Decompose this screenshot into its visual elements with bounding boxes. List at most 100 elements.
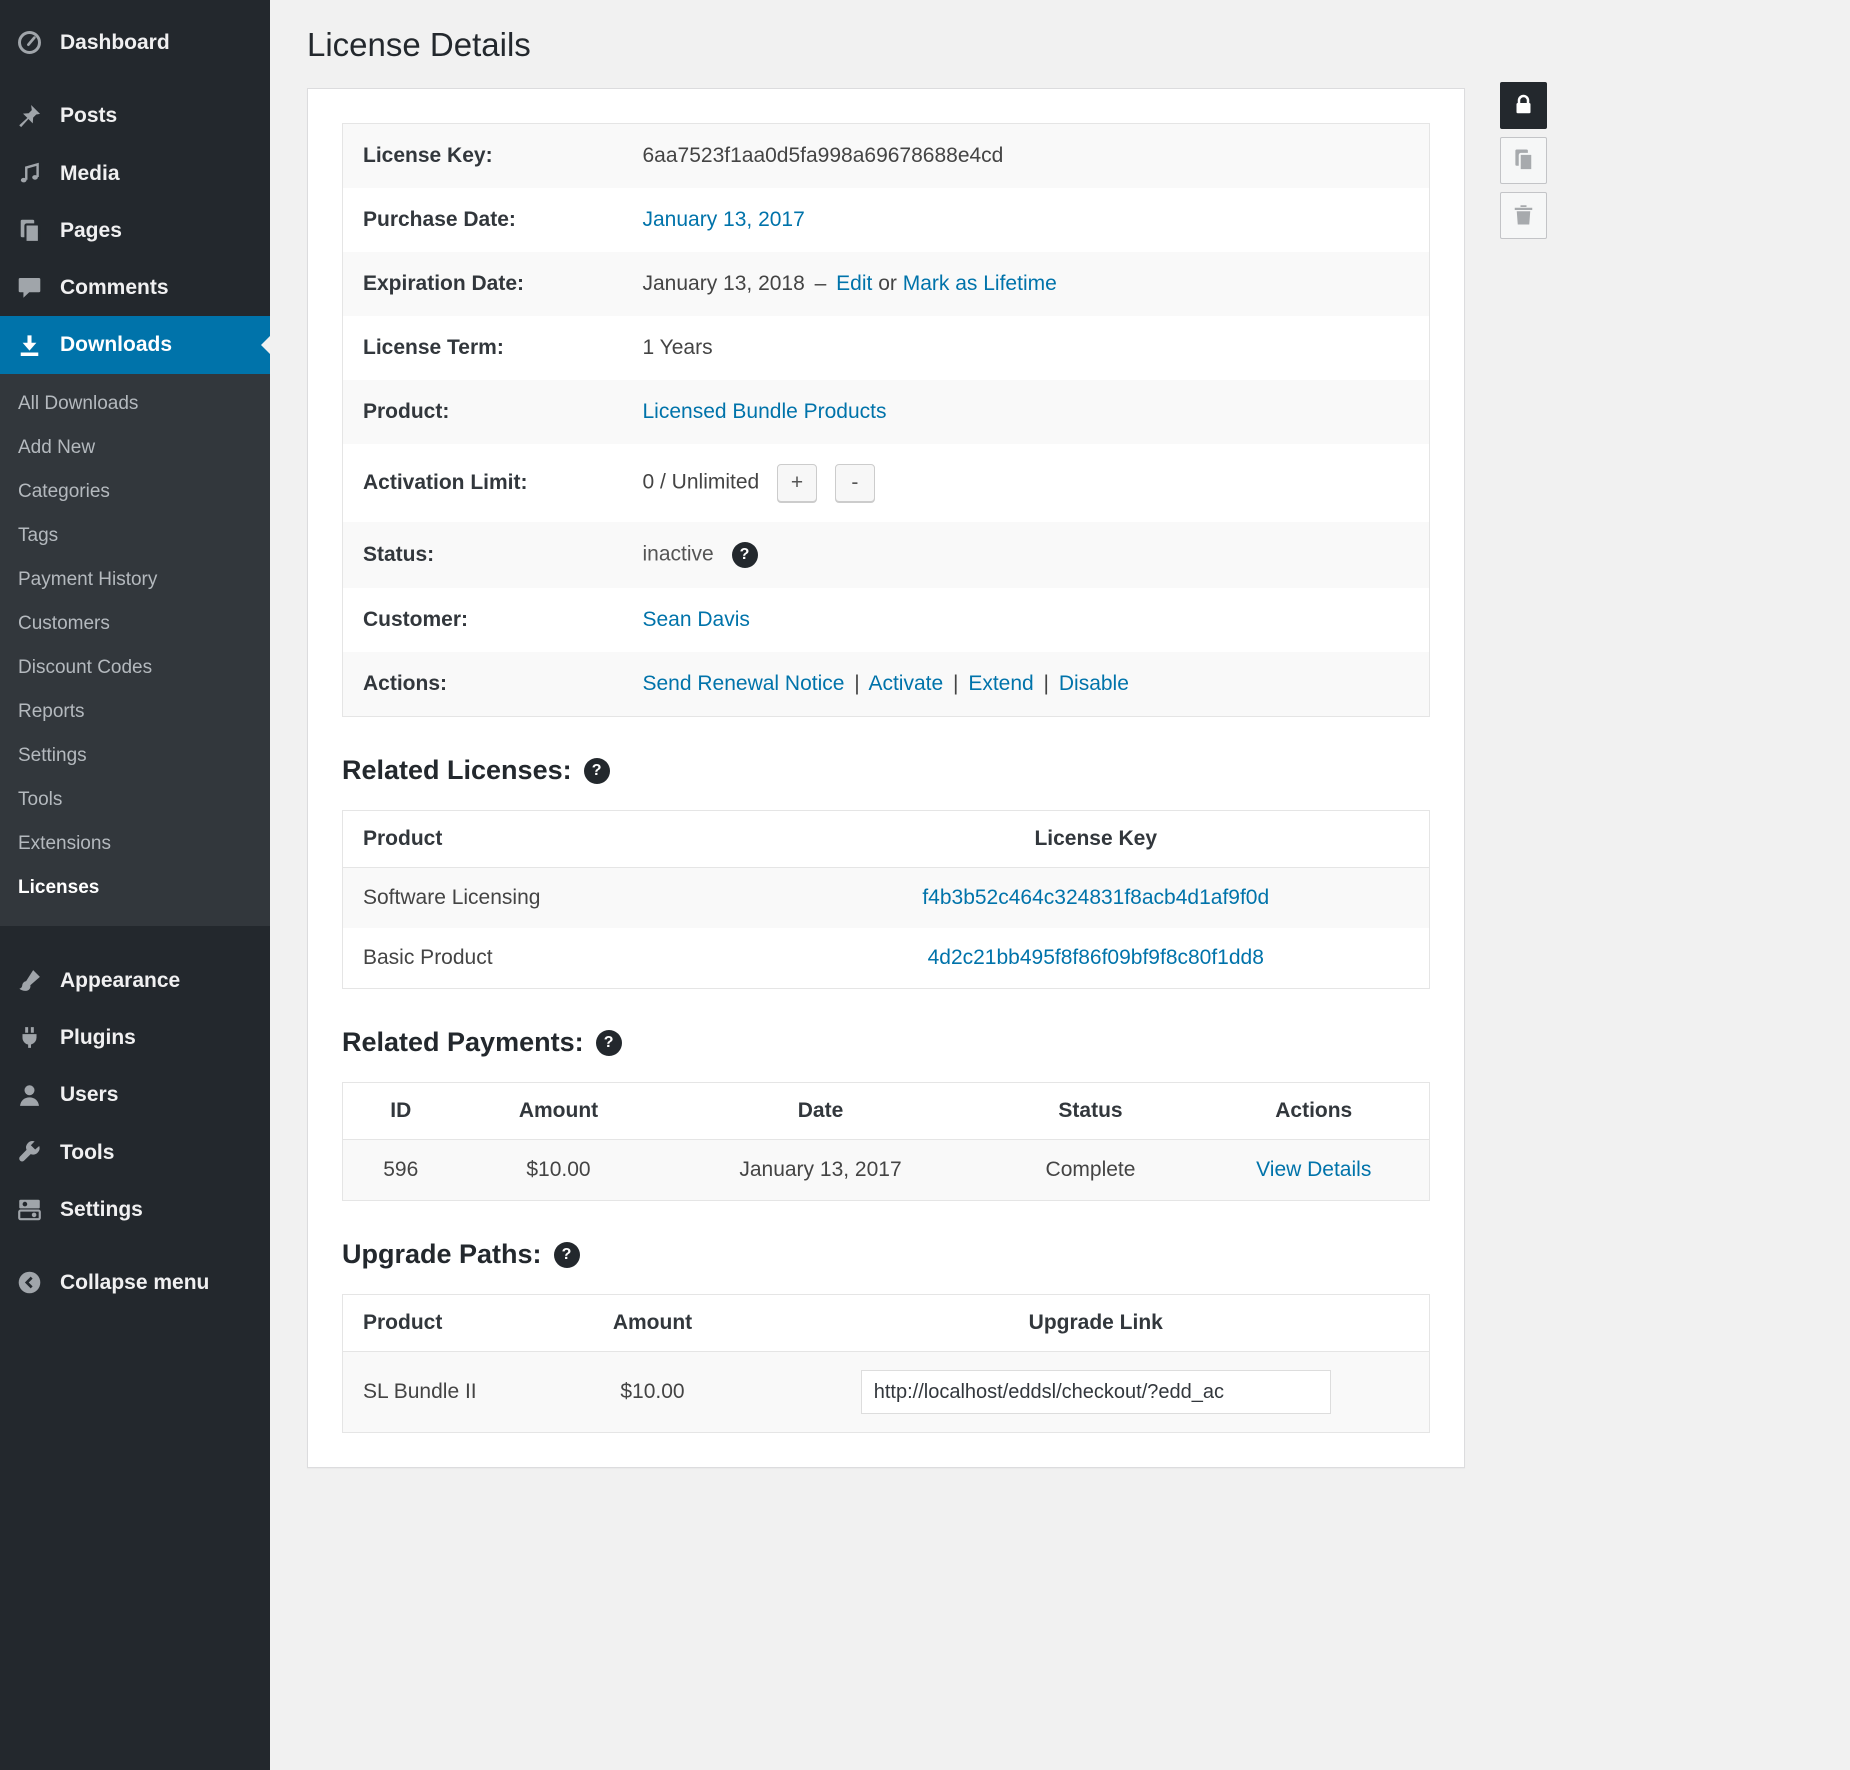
help-icon[interactable]	[596, 1030, 622, 1056]
related-licenses-table: Product License Key Software Licensing f…	[342, 810, 1430, 989]
upgrade-link-input[interactable]	[861, 1370, 1331, 1414]
disable-link[interactable]: Disable	[1059, 672, 1129, 695]
decrease-activation-limit-button[interactable]: -	[835, 464, 875, 502]
page-title: License Details	[307, 26, 1850, 64]
table-row: Status: inactive	[343, 522, 1430, 588]
table-row: Customer: Sean Davis	[343, 588, 1430, 652]
sidebar-item-label: Users	[60, 1081, 118, 1108]
customer-link[interactable]: Sean Davis	[643, 608, 750, 631]
sidebar-item-tools[interactable]: Tools	[0, 1124, 270, 1181]
edit-expiration-link[interactable]: Edit	[836, 272, 872, 295]
column-upgrade-link: Upgrade Link	[763, 1295, 1430, 1352]
purchase-date-link[interactable]: January 13, 2017	[643, 208, 805, 231]
submenu-item-reports[interactable]: Reports	[0, 690, 270, 734]
activate-link[interactable]: Activate	[868, 672, 943, 695]
submenu-item-categories[interactable]: Categories	[0, 470, 270, 514]
submenu-item-settings[interactable]: Settings	[0, 734, 270, 778]
table-row: Expiration Date: January 13, 2018 – Edit…	[343, 252, 1430, 316]
sidebar-item-label: Settings	[60, 1196, 143, 1223]
help-icon[interactable]	[554, 1242, 580, 1268]
payment-id: 596	[343, 1140, 459, 1201]
sidebar-item-label: Posts	[60, 102, 117, 129]
related-license-product: Basic Product	[343, 928, 763, 989]
sidebar-item-media[interactable]: Media	[0, 145, 270, 202]
submenu-item-tags[interactable]: Tags	[0, 514, 270, 558]
submenu-item-discount-codes[interactable]: Discount Codes	[0, 646, 270, 690]
help-icon[interactable]	[732, 542, 758, 568]
sidebar-item-pages[interactable]: Pages	[0, 202, 270, 259]
status-label: Status:	[343, 522, 643, 588]
sidebar-item-label: Dashboard	[60, 29, 170, 56]
menu-separator	[0, 926, 270, 952]
mark-as-lifetime-link[interactable]: Mark as Lifetime	[903, 272, 1057, 295]
submenu-item-payment-history[interactable]: Payment History	[0, 558, 270, 602]
table-header-row: Product Amount Upgrade Link	[343, 1295, 1430, 1352]
submenu-item-extensions[interactable]: Extensions	[0, 822, 270, 866]
submenu-item-licenses[interactable]: Licenses	[0, 866, 270, 910]
sidebar-item-label: Downloads	[60, 331, 172, 358]
related-licenses-heading: Related Licenses:	[342, 755, 1430, 786]
activation-limit-label: Activation Limit:	[343, 444, 643, 522]
sidebar-item-settings[interactable]: Settings	[0, 1181, 270, 1238]
table-row: 596 $10.00 January 13, 2017 Complete Vie…	[343, 1140, 1430, 1201]
users-icon	[16, 1082, 43, 1109]
upgrade-amount: $10.00	[543, 1352, 763, 1433]
license-term-value: 1 Years	[643, 316, 1430, 380]
sidebar-item-downloads[interactable]: Downloads	[0, 316, 270, 373]
downloads-submenu: All Downloads Add New Categories Tags Pa…	[0, 374, 270, 926]
column-id: ID	[343, 1083, 459, 1140]
submenu-item-customers[interactable]: Customers	[0, 602, 270, 646]
product-link[interactable]: Licensed Bundle Products	[643, 400, 887, 423]
related-payments-table: ID Amount Date Status Actions 596 $10.00…	[342, 1082, 1430, 1201]
sidebar-item-label: Pages	[60, 217, 122, 244]
extend-link[interactable]: Extend	[968, 672, 1033, 695]
comments-icon	[16, 274, 43, 301]
view-details-link[interactable]: View Details	[1256, 1158, 1371, 1181]
submenu-item-all-downloads[interactable]: All Downloads	[0, 382, 270, 426]
submenu-item-add-new[interactable]: Add New	[0, 426, 270, 470]
admin-sidebar: Dashboard Posts Media Pages Commen	[0, 0, 270, 1770]
sidebar-item-dashboard[interactable]: Dashboard	[0, 14, 270, 71]
tools-icon	[16, 1139, 43, 1166]
sidebar-item-label: Appearance	[60, 967, 180, 994]
sidebar-item-comments[interactable]: Comments	[0, 259, 270, 316]
submenu-item-tools[interactable]: Tools	[0, 778, 270, 822]
actions-label: Actions:	[343, 652, 643, 717]
license-key-label: License Key:	[343, 124, 643, 189]
column-product: Product	[343, 1295, 543, 1352]
delete-button[interactable]	[1500, 192, 1547, 239]
table-header-row: ID Amount Date Status Actions	[343, 1083, 1430, 1140]
increase-activation-limit-button[interactable]: +	[777, 464, 817, 502]
column-amount: Amount	[543, 1295, 763, 1352]
dashboard-icon	[16, 29, 43, 56]
table-header-row: Product License Key	[343, 811, 1430, 868]
related-license-product: Software Licensing	[343, 868, 763, 929]
column-product: Product	[343, 811, 763, 868]
or-text: or	[878, 272, 897, 295]
sidebar-item-users[interactable]: Users	[0, 1066, 270, 1123]
upgrade-product: SL Bundle II	[343, 1352, 543, 1433]
column-license-key: License Key	[763, 811, 1430, 868]
lock-icon	[1511, 92, 1536, 120]
help-icon[interactable]	[584, 758, 610, 784]
sidebar-item-plugins[interactable]: Plugins	[0, 1009, 270, 1066]
table-row: Activation Limit: 0 / Unlimited + -	[343, 444, 1430, 522]
purchase-date-label: Purchase Date:	[343, 188, 643, 252]
related-license-key-link[interactable]: 4d2c21bb495f8f86f09bf9f8c80f1dd8	[928, 946, 1264, 969]
activation-limit-value: 0 / Unlimited	[643, 471, 760, 494]
column-status: Status	[983, 1083, 1199, 1140]
separator: –	[811, 272, 831, 295]
related-payments-heading: Related Payments:	[342, 1027, 1430, 1058]
sidebar-item-appearance[interactable]: Appearance	[0, 952, 270, 1009]
sidebar-item-posts[interactable]: Posts	[0, 87, 270, 144]
table-row: Software Licensing f4b3b52c464c324831f8a…	[343, 868, 1430, 929]
send-renewal-notice-link[interactable]: Send Renewal Notice	[643, 672, 845, 695]
pages-icon	[16, 217, 43, 244]
collapse-menu-button[interactable]: Collapse menu	[0, 1254, 270, 1311]
license-details-panel: License Key: 6aa7523f1aa0d5fa998a6967868…	[307, 88, 1465, 1468]
lock-button[interactable]	[1500, 82, 1547, 129]
license-action-buttons	[1500, 82, 1547, 239]
payment-status: Complete	[983, 1140, 1199, 1201]
related-license-key-link[interactable]: f4b3b52c464c324831f8acb4d1af9f0d	[922, 886, 1269, 909]
copy-button[interactable]	[1500, 137, 1547, 184]
